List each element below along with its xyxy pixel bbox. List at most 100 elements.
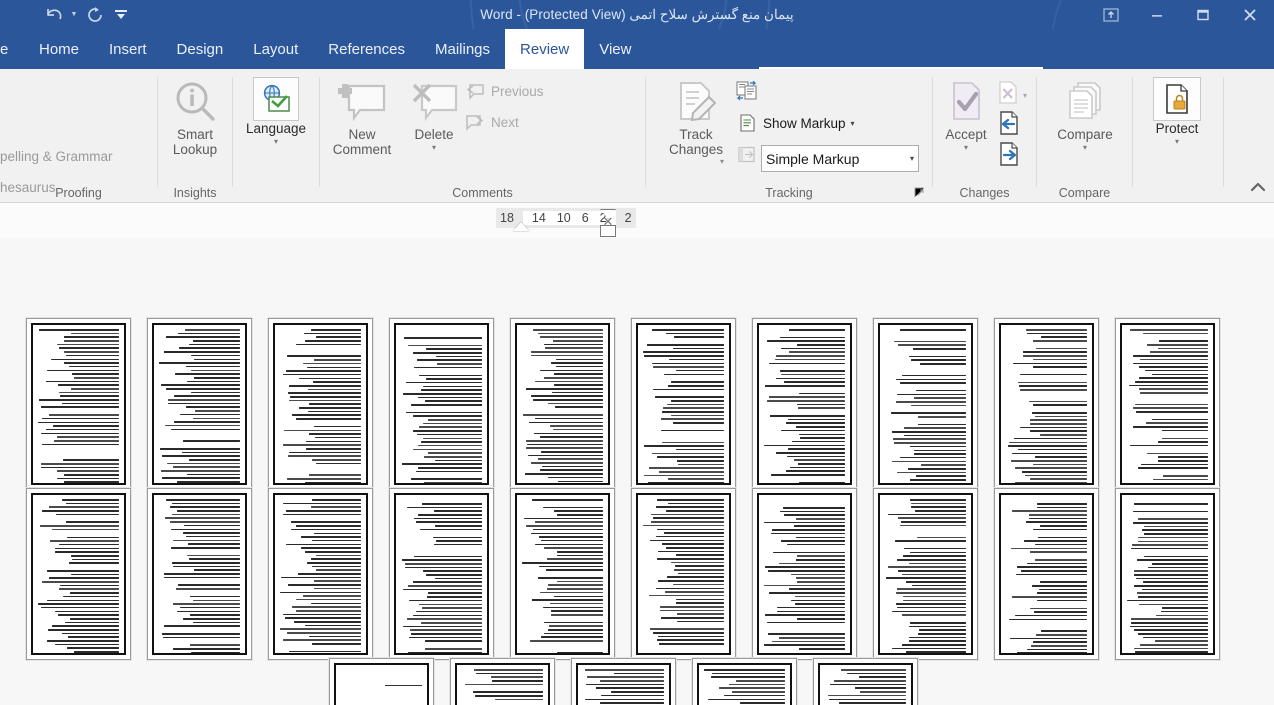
next-change-button[interactable]	[997, 141, 1021, 172]
dialog-launcher-icon[interactable]	[914, 187, 926, 199]
chevron-down-icon[interactable]: ▾	[910, 154, 914, 163]
chevron-down-icon[interactable]: ▾	[432, 143, 436, 152]
ribbon-display-icon[interactable]	[1088, 0, 1134, 29]
text-line	[194, 376, 240, 379]
page-thumbnail[interactable]	[268, 488, 373, 660]
page-thumbnail[interactable]	[329, 658, 434, 705]
chevron-down-icon[interactable]: ▾	[851, 119, 855, 128]
protect-button[interactable]: Protect ▾	[1140, 77, 1214, 146]
tab-review[interactable]: Review	[505, 29, 585, 69]
text-line	[1026, 329, 1087, 331]
chevron-down-icon[interactable]: ▾	[720, 157, 724, 166]
text-line	[902, 599, 966, 602]
page-thumbnail[interactable]	[752, 488, 857, 660]
text-line	[164, 625, 240, 627]
text-line	[1138, 603, 1208, 606]
page-thumbnail[interactable]	[510, 318, 615, 490]
magnifier-info-icon	[171, 77, 219, 127]
spelling-grammar-button[interactable]: pelling & Grammar	[0, 149, 113, 164]
tab-references[interactable]: References	[313, 29, 420, 69]
tab-mailings[interactable]: Mailings	[420, 29, 505, 69]
tab-home[interactable]: Home	[24, 29, 94, 69]
text-line	[41, 417, 119, 420]
page-thumbnail[interactable]	[571, 658, 676, 705]
text-line	[183, 524, 240, 527]
text-line	[903, 434, 966, 437]
show-markup-button[interactable]: Show Markup ▾	[736, 113, 855, 133]
chevron-up-icon[interactable]	[1250, 180, 1266, 196]
close-icon[interactable]	[1226, 0, 1274, 29]
text-line	[436, 363, 482, 365]
document-canvas[interactable]	[0, 237, 1274, 705]
text-line	[554, 384, 603, 386]
page-thumbnail[interactable]	[26, 488, 131, 660]
text-line	[859, 691, 906, 693]
tab-design[interactable]: Design	[162, 29, 239, 69]
track-changes-button[interactable]: Track Changes	[656, 77, 736, 157]
text-line	[905, 581, 966, 583]
text-line	[708, 698, 785, 701]
maximize-icon[interactable]	[1180, 0, 1226, 29]
new-comment-button[interactable]: New Comment	[326, 77, 398, 157]
chevron-down-icon[interactable]: ▾	[1083, 143, 1087, 152]
tab-view[interactable]: View	[584, 29, 646, 69]
text-line	[410, 478, 482, 480]
page-thumbnail[interactable]	[994, 318, 1099, 490]
text-line	[776, 610, 845, 613]
reject-button[interactable]: ▾	[997, 80, 1027, 110]
show-markup-label: Show Markup	[763, 115, 846, 131]
page-thumbnail[interactable]	[1115, 318, 1220, 490]
chevron-down-icon[interactable]: ▾	[1023, 91, 1027, 100]
page-thumbnail[interactable]	[1115, 488, 1220, 660]
text-line	[1011, 452, 1087, 455]
page-thumbnail[interactable]	[994, 488, 1099, 660]
text-line	[658, 471, 724, 473]
smart-lookup-button[interactable]: Smart Lookup	[159, 77, 231, 157]
page-thumbnail[interactable]	[510, 488, 615, 660]
page-thumbnail[interactable]	[813, 658, 918, 705]
previous-comment-button[interactable]: Previous	[464, 81, 544, 101]
text-line	[543, 606, 603, 609]
page-thumbnail[interactable]	[752, 318, 857, 490]
text-line	[1029, 607, 1087, 610]
page-thumbnail[interactable]	[268, 318, 373, 490]
tab-layout[interactable]: Layout	[238, 29, 313, 69]
next-comment-button[interactable]: Next	[464, 112, 519, 132]
page-thumbnail[interactable]	[692, 658, 797, 705]
text-line	[187, 543, 240, 545]
text-line	[1159, 340, 1208, 342]
chevron-down-icon[interactable]: ▾	[1175, 137, 1179, 146]
page-thumbnail[interactable]	[450, 658, 555, 705]
text-line	[541, 539, 603, 542]
page-thumbnail[interactable]	[147, 488, 252, 660]
language-button[interactable]: Language ▾	[237, 77, 315, 146]
page-thumbnail[interactable]	[389, 318, 494, 490]
tab-file[interactable]: e	[0, 29, 24, 69]
minimize-icon[interactable]	[1134, 0, 1180, 29]
left-indent-marker[interactable]	[600, 225, 616, 237]
page-thumbnail[interactable]	[147, 318, 252, 490]
text-line	[550, 362, 603, 364]
page-thumbnail[interactable]	[26, 318, 131, 490]
markup-display-select[interactable]: Simple Markup ▾	[761, 145, 919, 172]
text-line	[289, 384, 361, 387]
text-line	[177, 481, 240, 483]
chevron-down-icon[interactable]: ▾	[964, 143, 968, 152]
text-line	[40, 406, 119, 409]
delete-comment-button[interactable]: Delete ▾	[398, 77, 470, 152]
page-thumbnail[interactable]	[389, 488, 494, 660]
accept-button[interactable]: Accept ▾	[928, 77, 1004, 152]
previous-change-button[interactable]	[997, 110, 1021, 141]
first-line-indent-marker[interactable]	[513, 222, 529, 231]
page-thumbnail[interactable]	[873, 318, 978, 490]
page-thumbnail[interactable]	[873, 488, 978, 660]
tab-insert[interactable]: Insert	[94, 29, 162, 69]
text-line	[771, 474, 845, 476]
compare-button[interactable]: Compare ▾	[1047, 77, 1123, 152]
group-label-compare: Compare	[1058, 186, 1111, 200]
text-line	[795, 426, 845, 428]
text-line	[413, 352, 482, 354]
page-thumbnail[interactable]	[631, 488, 736, 660]
chevron-down-icon[interactable]: ▾	[274, 137, 278, 146]
page-thumbnail[interactable]	[631, 318, 736, 490]
